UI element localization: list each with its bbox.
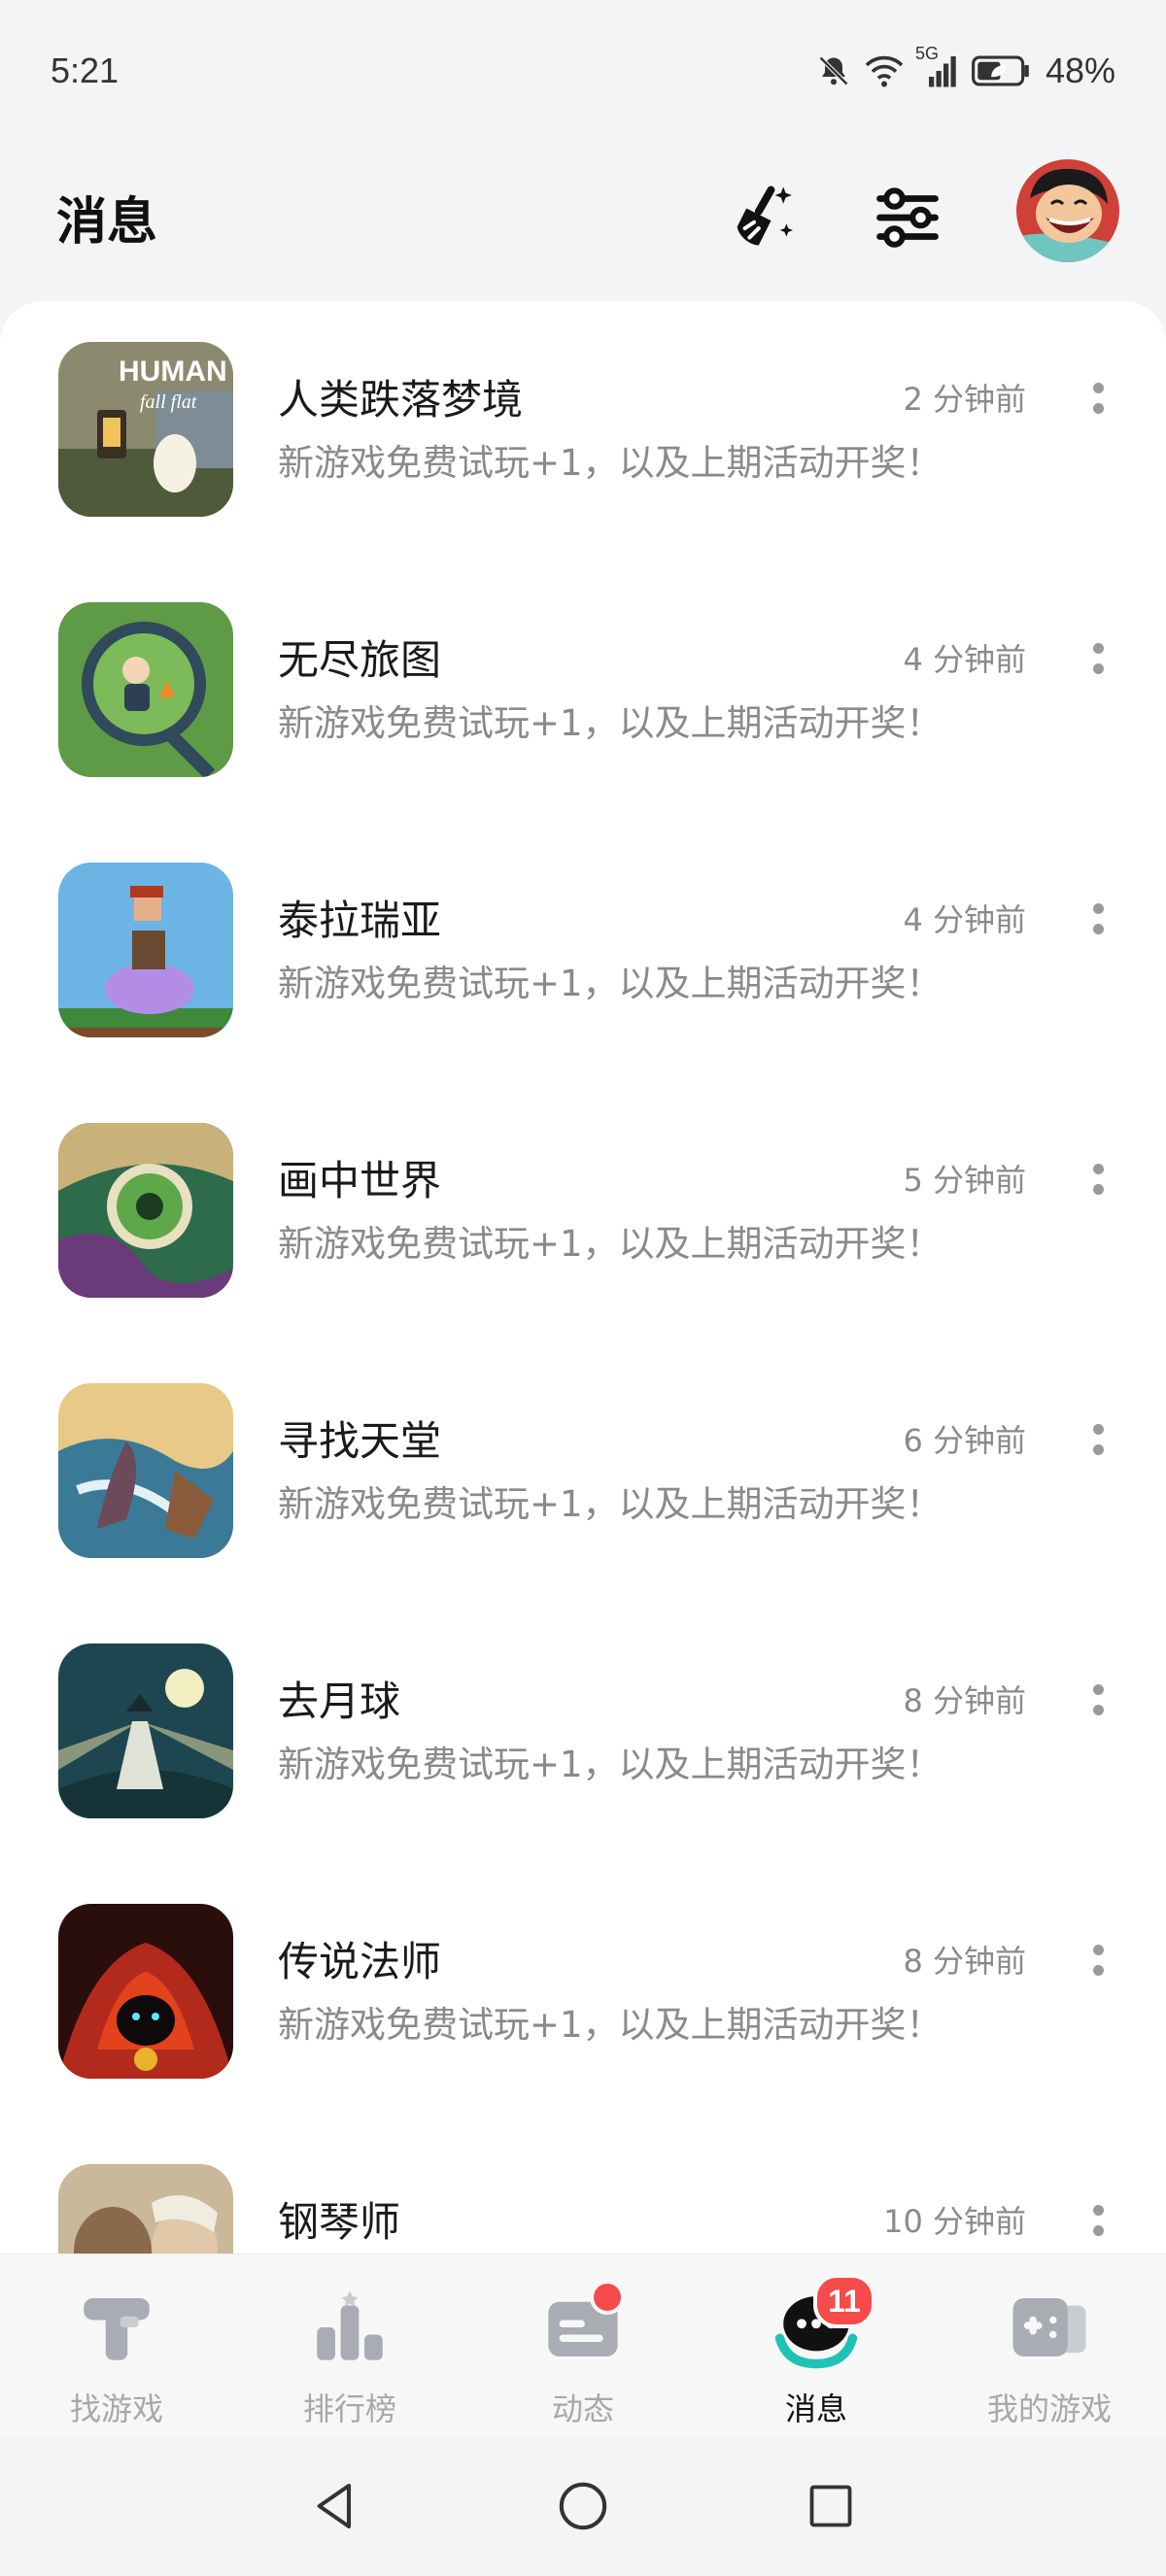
svg-text:HUMAN: HUMAN: [119, 356, 227, 388]
feed-icon: [539, 2280, 627, 2371]
nav-item-feed[interactable]: 动态: [496, 2280, 670, 2429]
message-preview: 新游戏免费试玩+1，以及上期活动开奖！: [278, 963, 943, 1004]
message-preview: 新游戏免费试玩+1，以及上期活动开奖！: [278, 702, 943, 744]
status-icons: 5G 48%: [816, 44, 1115, 91]
game-name: 泰拉瑞亚: [278, 897, 442, 944]
list-item[interactable]: 传说法师 新游戏免费试玩+1，以及上期活动开奖！ 8 分钟前: [0, 1863, 1166, 2123]
more-options-button[interactable]: [1079, 2191, 1117, 2250]
message-time: 4 分钟前: [903, 901, 1026, 938]
svg-text:fall flat: fall flat: [140, 391, 197, 413]
back-triangle-icon: [317, 2483, 352, 2529]
nav-item-leaderboard[interactable]: 排行榜: [262, 2284, 437, 2429]
game-name: 传说法师: [278, 1938, 442, 1985]
game-thumbnail: HUMAN fall flat: [58, 342, 233, 517]
message-preview: 新游戏免费试玩+1，以及上期活动开奖！: [278, 1223, 943, 1265]
leaderboard-icon: [306, 2284, 394, 2371]
avatar[interactable]: [1016, 159, 1119, 262]
home-button[interactable]: [544, 2467, 622, 2545]
find-games-icon: [73, 2284, 160, 2371]
battery-level: 48%: [1045, 51, 1115, 90]
game-name: 无尽旅图: [278, 636, 442, 684]
nav-item-find-games[interactable]: 找游戏: [29, 2284, 204, 2429]
filter-settings-button[interactable]: [861, 173, 954, 266]
message-time: 10 分钟前: [883, 2203, 1026, 2240]
message-time: 6 分钟前: [903, 1422, 1026, 1459]
nav-label: 我的游戏: [986, 2390, 1112, 2427]
sliders-icon: [873, 183, 943, 256]
message-time: 8 分钟前: [903, 1943, 1026, 1980]
game-thumbnail: [58, 2164, 233, 2254]
more-options-button[interactable]: [1079, 890, 1117, 948]
nav-item-my-games[interactable]: 我的游戏: [962, 2284, 1137, 2429]
status-time: 5:21: [51, 51, 120, 90]
clear-notifications-button[interactable]: [715, 173, 808, 266]
more-options-button[interactable]: [1079, 1410, 1117, 1469]
messages-icon: 11: [772, 2274, 875, 2371]
bottom-nav: 找游戏 排行榜 动态 11 消息 我的游戏: [0, 2254, 1166, 2439]
game-name: 人类跌落梦境: [278, 376, 524, 424]
list-item[interactable]: HUMAN fall flat 人类跌落梦境 新游戏免费试玩+1，以及上期活动开…: [0, 301, 1166, 561]
back-button[interactable]: [296, 2467, 374, 2545]
list-item[interactable]: 寻找天堂 新游戏免费试玩+1，以及上期活动开奖！ 6 分钟前: [0, 1342, 1166, 1603]
nav-item-messages[interactable]: 11 消息: [729, 2274, 904, 2429]
message-preview: 新游戏免费试玩+1，以及上期活动开奖！: [278, 1744, 943, 1785]
message-preview: 新游戏免费试玩+1，以及上期活动开奖！: [278, 1483, 943, 1525]
list-item[interactable]: 泰拉瑞亚 新游戏免费试玩+1，以及上期活动开奖！ 4 分钟前: [0, 822, 1166, 1082]
list-item[interactable]: 无尽旅图 新游戏免费试玩+1，以及上期活动开奖！ 4 分钟前: [0, 561, 1166, 822]
nav-label: 排行榜: [302, 2390, 396, 2427]
list-item[interactable]: 画中世界 新游戏免费试玩+1，以及上期活动开奖！ 5 分钟前: [0, 1082, 1166, 1342]
unread-badge: 11: [813, 2274, 875, 2328]
more-options-button[interactable]: [1079, 1150, 1117, 1208]
game-thumbnail: [58, 1383, 233, 1558]
game-thumbnail: [58, 863, 233, 1037]
game-name: 画中世界: [278, 1157, 442, 1204]
broom-sparkle-icon: [725, 181, 799, 258]
message-preview: 新游戏免费试玩+1，以及上期活动开奖！: [278, 442, 943, 484]
more-options-button[interactable]: [1079, 629, 1117, 688]
more-options-button[interactable]: [1079, 1671, 1117, 1729]
message-list: HUMAN fall flat 人类跌落梦境 新游戏免费试玩+1，以及上期活动开…: [0, 301, 1166, 2254]
notification-dot: [590, 2280, 625, 2315]
nav-label: 找游戏: [69, 2390, 163, 2427]
message-time: 5 分钟前: [903, 1162, 1026, 1199]
cellular-signal-icon: 5G: [915, 44, 958, 88]
battery-icon: [972, 54, 1032, 87]
game-name: 钢琴师: [278, 2198, 401, 2246]
list-item[interactable]: 去月球 新游戏免费试玩+1，以及上期活动开奖！ 8 分钟前: [0, 1603, 1166, 1863]
recents-button[interactable]: [792, 2467, 870, 2545]
message-time: 2 分钟前: [903, 381, 1026, 418]
my-games-icon: [1006, 2284, 1093, 2371]
nav-label: 消息: [784, 2390, 847, 2427]
game-thumbnail: [58, 1644, 233, 1818]
message-time: 8 分钟前: [903, 1682, 1026, 1719]
list-item[interactable]: 钢琴师 10 分钟前: [0, 2123, 1166, 2254]
more-options-button[interactable]: [1079, 1931, 1117, 1989]
message-preview: 新游戏免费试玩+1，以及上期活动开奖！: [278, 2004, 943, 2046]
network-type: 5G: [914, 44, 939, 63]
nav-label: 动态: [551, 2390, 614, 2427]
recents-square-icon: [809, 2485, 852, 2527]
message-time: 4 分钟前: [903, 641, 1026, 678]
more-options-button[interactable]: [1079, 369, 1117, 427]
game-name: 去月球: [278, 1678, 401, 1725]
game-thumbnail: [58, 1123, 233, 1298]
home-circle-icon: [559, 2482, 607, 2530]
game-thumbnail: [58, 602, 233, 777]
mute-bell-icon: [816, 53, 851, 88]
header: 消息: [0, 146, 1166, 291]
system-nav-bar: [0, 2438, 1166, 2576]
status-bar: 5:21 5G 48%: [0, 0, 1166, 146]
game-name: 寻找天堂: [278, 1417, 442, 1465]
page-title: 消息: [56, 193, 158, 252]
game-thumbnail: [58, 1904, 233, 2079]
wifi-icon: [865, 53, 904, 88]
